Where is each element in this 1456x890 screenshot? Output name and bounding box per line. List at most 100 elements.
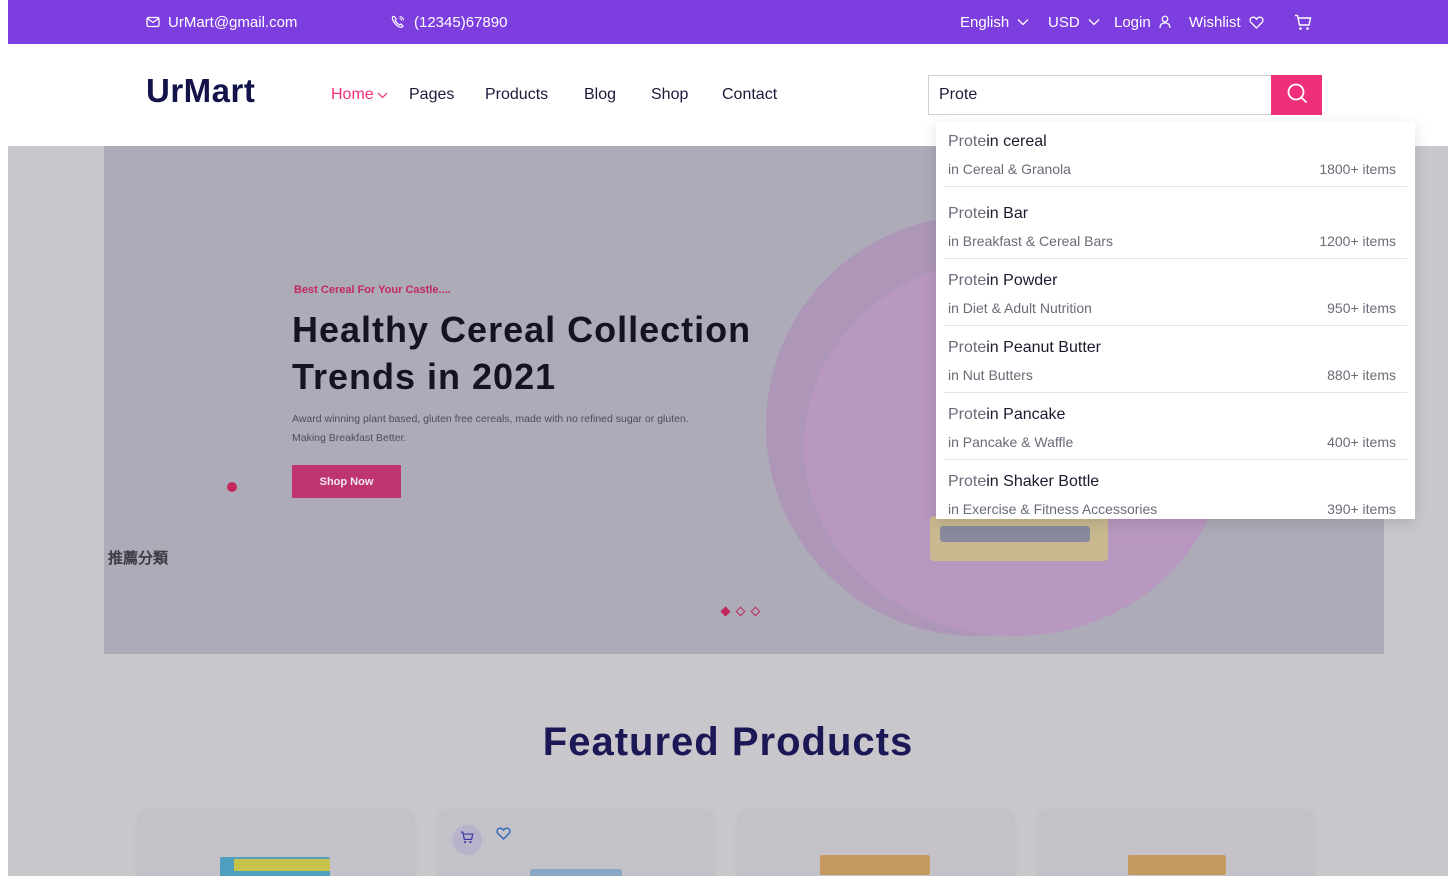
- mail-icon: [146, 16, 160, 28]
- suggestion-divider: [944, 325, 1407, 326]
- contact-phone[interactable]: (12345)67890: [390, 0, 507, 44]
- heart-icon: [496, 827, 511, 844]
- suggestion-completion: in Shaker Bottle: [986, 473, 1100, 490]
- recommended-categories-label: 推薦分類: [108, 549, 169, 567]
- product-card[interactable]: [440, 813, 712, 876]
- nav-contact[interactable]: Contact: [722, 86, 777, 104]
- suggestion-match-prefix: Prote: [948, 406, 987, 423]
- product-image: [530, 869, 622, 876]
- suggestion-item[interactable]: Protein cereal in Cereal & Granola 1800+ i…: [936, 133, 1415, 189]
- language-label: English: [960, 13, 1010, 31]
- contact-email[interactable]: UrMart@gmail.com: [146, 0, 297, 44]
- product-card[interactable]: FAMILY SIZE: [140, 813, 412, 876]
- search-button[interactable]: [1271, 75, 1322, 115]
- chevron-down-icon: [377, 86, 388, 104]
- suggestion-completion: in Powder: [986, 272, 1058, 289]
- suggestion-item[interactable]: Protein Peanut Butter in Nut Butters 880+ …: [936, 339, 1415, 395]
- search-icon: [1286, 82, 1308, 109]
- wishlist-label: Wishlist: [1189, 13, 1241, 31]
- suggestion-title: Protein cereal: [948, 133, 1047, 151]
- suggestion-match-prefix: Prote: [948, 339, 987, 356]
- suggestion-match-prefix: Prote: [948, 473, 987, 490]
- heart-icon: [1249, 16, 1264, 29]
- nav-pages[interactable]: Pages: [409, 86, 454, 104]
- currency-label: USD: [1048, 13, 1080, 31]
- slider-pagination: [720, 606, 761, 617]
- suggestion-category: in Diet & Adult Nutrition: [948, 300, 1092, 316]
- hero-title: Healthy Cereal Collection Trends in 2021: [292, 309, 752, 397]
- nav-blog[interactable]: Blog: [584, 86, 616, 104]
- login-label: Login: [1114, 13, 1151, 31]
- language-selector[interactable]: English: [960, 0, 1029, 44]
- contact-email-text: UrMart@gmail.com: [168, 13, 298, 31]
- nav-home-label: Home: [331, 86, 374, 103]
- product-image: FAMILY SIZE: [220, 857, 330, 876]
- suggestion-count: 1200+ items: [1319, 233, 1396, 249]
- top-bar: UrMart@gmail.com (12345)67890 English US…: [8, 0, 1448, 44]
- suggestion-divider: [944, 459, 1407, 460]
- suggestion-match-prefix: Prote: [948, 133, 987, 150]
- suggestion-category: in Breakfast & Cereal Bars: [948, 233, 1113, 249]
- suggestion-item[interactable]: Protein Bar in Breakfast & Cereal Bars 120…: [936, 205, 1415, 261]
- suggestion-category: in Nut Butters: [948, 367, 1033, 383]
- currency-selector[interactable]: USD: [1048, 0, 1100, 44]
- user-icon: [1159, 15, 1171, 29]
- shop-now-button[interactable]: Shop Now: [292, 465, 401, 498]
- suggestion-category: in Exercise & Fitness Accessories: [948, 501, 1158, 517]
- cart-icon: [1294, 14, 1312, 31]
- wishlist-link[interactable]: Wishlist: [1189, 0, 1264, 44]
- hero-decor-dot: [227, 482, 237, 492]
- slider-dot[interactable]: [735, 606, 746, 617]
- product-image: [820, 855, 930, 875]
- phone-icon: [390, 14, 406, 30]
- suggestion-count: 950+ items: [1327, 300, 1396, 316]
- suggestion-item[interactable]: Protein Shaker Bottle in Exercise & Fitne…: [936, 473, 1415, 519]
- hero-eyebrow: Best Cereal For Your Castle....: [294, 284, 451, 296]
- suggestion-title: Protein Powder: [948, 272, 1057, 290]
- suggestion-title: Protein Pancake: [948, 406, 1065, 424]
- cart-icon: [460, 831, 474, 849]
- suggestion-completion: in cereal: [986, 133, 1047, 150]
- suggestion-category: in Cereal & Granola: [948, 161, 1071, 177]
- product-card[interactable]: [740, 813, 1012, 876]
- suggestion-match-prefix: Prote: [948, 205, 987, 222]
- add-to-cart-button[interactable]: [452, 825, 482, 855]
- chevron-down-icon: [1017, 18, 1029, 26]
- cart-button[interactable]: [1294, 0, 1312, 44]
- hero-product-image: [930, 516, 1108, 561]
- suggestion-count: 1800+ items: [1319, 161, 1396, 177]
- slider-dot-active[interactable]: [720, 606, 731, 617]
- product-image: [1128, 855, 1226, 875]
- login-link[interactable]: Login: [1114, 0, 1171, 44]
- suggestion-divider: [944, 258, 1407, 259]
- suggestion-title: Protein Shaker Bottle: [948, 473, 1099, 491]
- product-card[interactable]: [1040, 813, 1312, 876]
- suggestion-category: in Pancake & Waffle: [948, 434, 1074, 450]
- nav-shop[interactable]: Shop: [651, 86, 688, 104]
- slider-dot[interactable]: [750, 606, 761, 617]
- suggestion-match-prefix: Prote: [948, 272, 987, 289]
- suggestion-completion: in Pancake: [986, 406, 1066, 423]
- site-logo[interactable]: UrMart: [146, 72, 255, 110]
- suggestion-divider: [944, 186, 1407, 187]
- suggestion-count: 390+ items: [1327, 501, 1396, 517]
- contact-phone-text: (12345)67890: [414, 13, 508, 31]
- suggestion-title: Protein Bar: [948, 205, 1028, 223]
- suggestion-completion: in Peanut Butter: [986, 339, 1101, 356]
- product-image-text: FAMILY SIZE: [250, 858, 305, 868]
- search-input-value: Prote: [939, 86, 978, 103]
- suggestion-title: Protein Peanut Butter: [948, 339, 1101, 357]
- add-to-wishlist-button[interactable]: [496, 827, 511, 845]
- nav-home[interactable]: Home: [331, 86, 388, 104]
- suggestion-item[interactable]: Protein Powder in Diet & Adult Nutrition 9…: [936, 272, 1415, 328]
- suggestion-item[interactable]: Protein Pancake in Pancake & Waffle 400+ i…: [936, 406, 1415, 462]
- suggestion-count: 880+ items: [1327, 367, 1396, 383]
- search-input[interactable]: Prote: [928, 75, 1272, 115]
- suggestion-completion: in Bar: [986, 205, 1029, 222]
- search-suggestions-dropdown: Protein cereal in Cereal & Granola 1800+ i…: [936, 122, 1415, 519]
- suggestion-count: 400+ items: [1327, 434, 1396, 450]
- hero-description: Award winning plant based, gluten free c…: [292, 413, 689, 444]
- page-frame: UrMart@gmail.com (12345)67890 English US…: [8, 0, 1448, 876]
- suggestion-divider: [944, 392, 1407, 393]
- nav-products[interactable]: Products: [485, 86, 548, 104]
